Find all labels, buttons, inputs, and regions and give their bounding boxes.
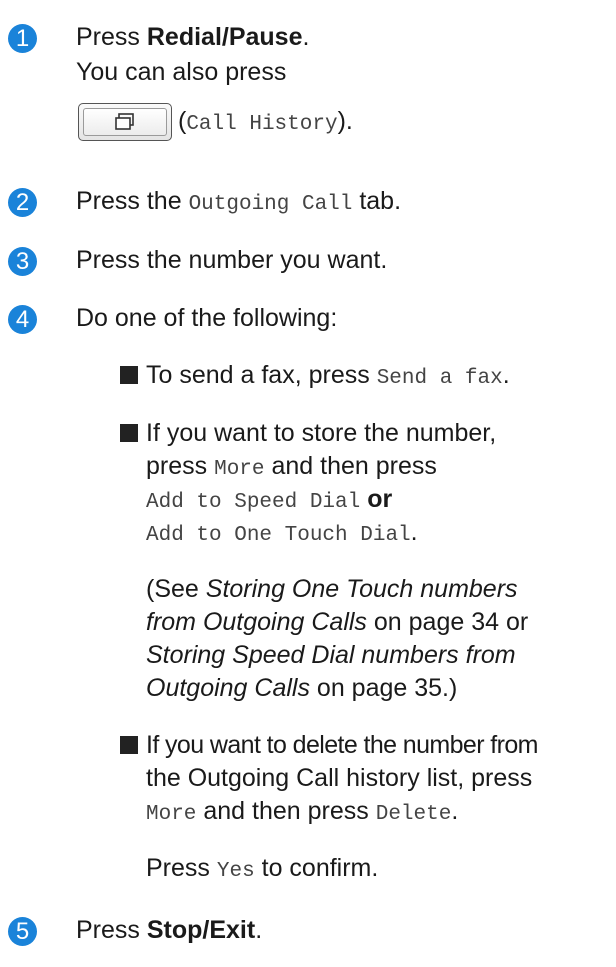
bullet-store-line-3: Add to Speed Dial or: [146, 485, 393, 514]
call-history-icon: [115, 113, 134, 130]
bullet-store-line-4: Add to One Touch Dial.: [146, 518, 418, 547]
bullet-marker: [120, 736, 138, 754]
bullet-store-line-2: press More and then press: [146, 452, 437, 481]
see-reference-line-1: (See Storing One Touch numbers: [146, 575, 518, 603]
step-number-5: 5: [8, 917, 37, 946]
step-1-subtext: You can also press: [76, 58, 287, 86]
bullet-delete-line-3: More and then press Delete.: [146, 797, 459, 826]
step-5-text: Press Stop/Exit.: [76, 916, 263, 944]
bullet-delete-line-1: If you want to delete the number from: [146, 731, 539, 759]
bullet-store-line-1: If you want to store the number,: [146, 419, 497, 447]
call-history-key[interactable]: [78, 103, 172, 141]
step-1-text: Press Redial/Pause.: [76, 23, 310, 51]
bullet-delete-line-2: the Outgoing Call history list, press: [146, 764, 533, 792]
see-reference-line-2: from Outgoing Calls on page 34 or: [146, 608, 529, 636]
call-history-label: (Call History).: [178, 107, 353, 136]
step-number-1: 1: [8, 24, 37, 53]
step-number-4: 4: [8, 305, 37, 334]
step-4-text: Do one of the following:: [76, 304, 338, 332]
confirm-line: Press Yes to confirm.: [146, 854, 379, 883]
bullet-send-fax: To send a fax, press Send a fax.: [146, 361, 510, 390]
step-2-text: Press the Outgoing Call tab.: [76, 187, 402, 216]
bullet-marker: [120, 424, 138, 442]
step-number-3: 3: [8, 247, 37, 276]
bullet-marker: [120, 366, 138, 384]
step-number-2: 2: [8, 188, 37, 217]
see-reference-line-4: Outgoing Calls on page 35.): [146, 674, 458, 702]
step-3-text: Press the number you want.: [76, 246, 388, 274]
see-reference-line-3: Storing Speed Dial numbers from: [146, 641, 516, 669]
